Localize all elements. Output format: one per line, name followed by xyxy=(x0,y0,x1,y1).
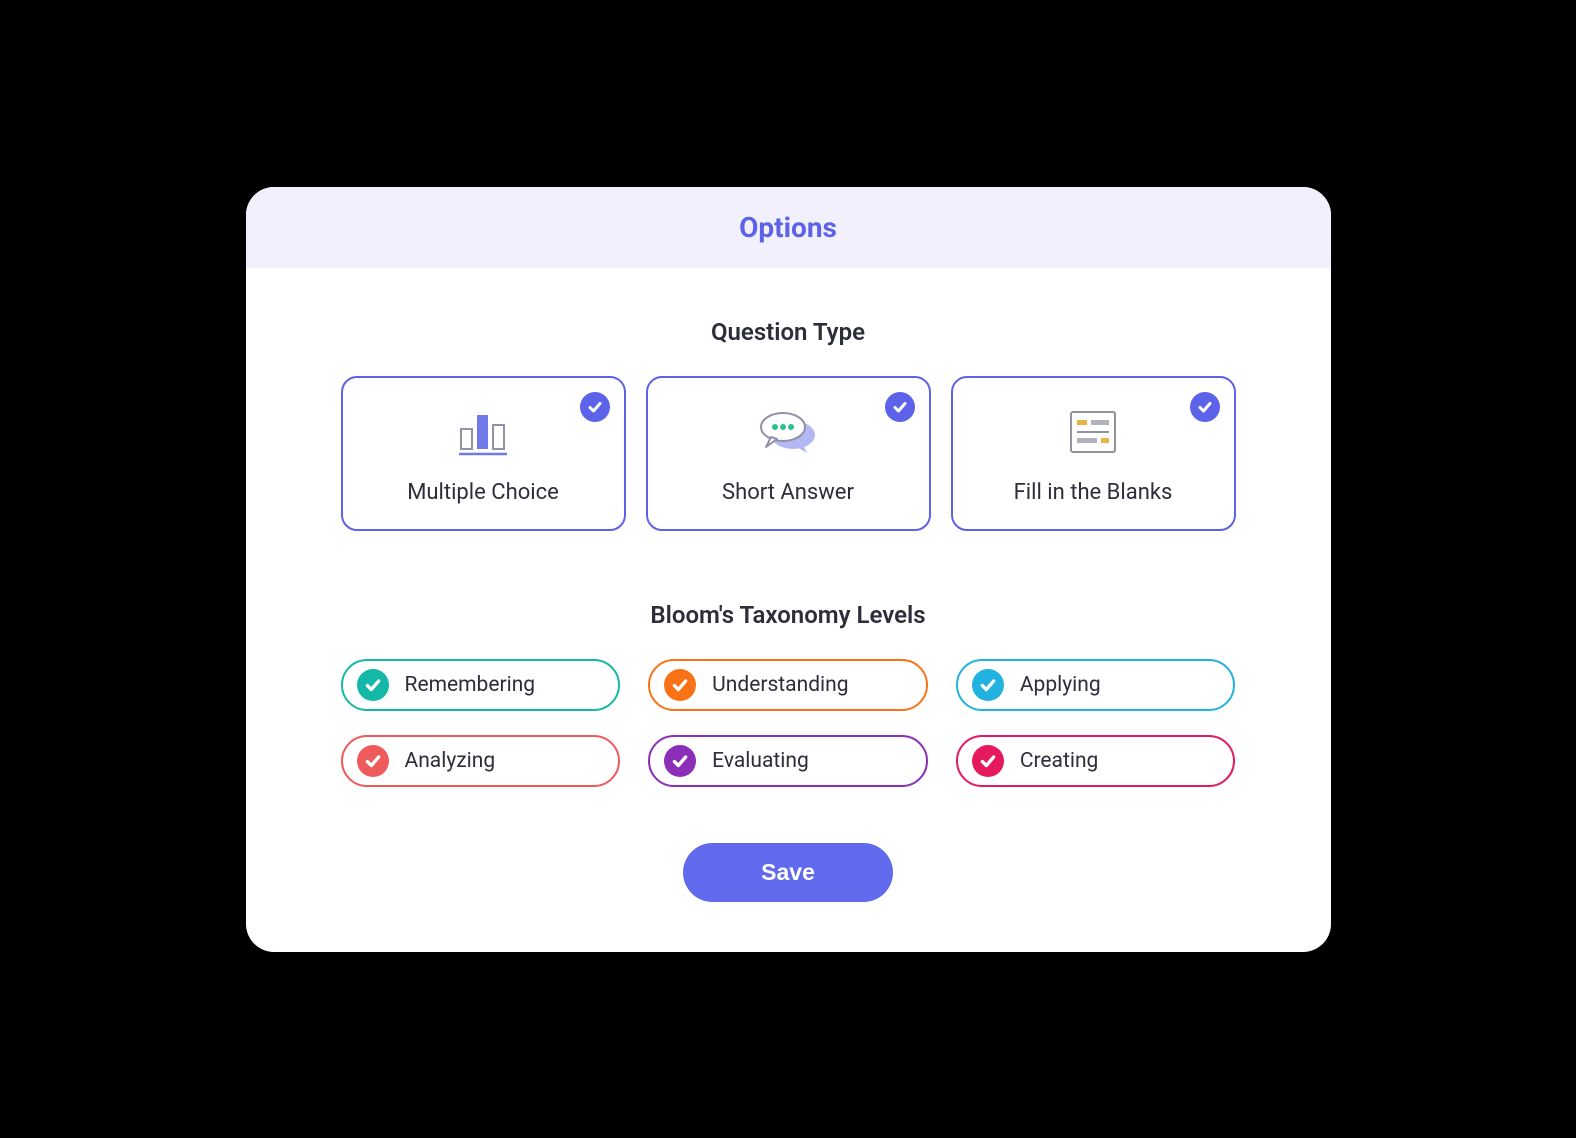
qtype-fill-blanks[interactable]: Fill in the Blanks xyxy=(951,376,1236,531)
check-badge xyxy=(972,669,1004,701)
pill-understanding[interactable]: Understanding xyxy=(648,659,928,711)
check-icon xyxy=(671,752,689,770)
modal-body: Question Type Multiple Choice xyxy=(246,268,1331,952)
qtype-label: Short Answer xyxy=(722,480,854,505)
taxonomy-title: Bloom's Taxonomy Levels xyxy=(341,601,1236,629)
options-modal: Options Question Type Multiple Choice xyxy=(246,187,1331,952)
pill-label: Remembering xyxy=(405,673,536,697)
pill-evaluating[interactable]: Evaluating xyxy=(648,735,928,787)
check-badge xyxy=(1190,392,1220,422)
check-icon xyxy=(892,399,908,415)
check-badge xyxy=(580,392,610,422)
save-row: Save xyxy=(341,843,1236,902)
check-badge xyxy=(972,745,1004,777)
question-type-title: Question Type xyxy=(341,318,1236,346)
check-icon xyxy=(979,676,997,694)
pill-label: Analyzing xyxy=(405,749,496,773)
qtype-short-answer[interactable]: Short Answer xyxy=(646,376,931,531)
chat-bubble-icon xyxy=(757,406,819,458)
check-icon xyxy=(979,752,997,770)
check-badge xyxy=(357,745,389,777)
pill-creating[interactable]: Creating xyxy=(956,735,1236,787)
pill-label: Evaluating xyxy=(712,749,809,773)
pill-applying[interactable]: Applying xyxy=(956,659,1236,711)
form-icon xyxy=(1067,406,1119,458)
check-badge xyxy=(664,669,696,701)
bar-chart-icon xyxy=(455,406,511,458)
qtype-multiple-choice[interactable]: Multiple Choice xyxy=(341,376,626,531)
qtype-label: Multiple Choice xyxy=(407,480,559,505)
check-badge xyxy=(357,669,389,701)
taxonomy-grid: Remembering Understanding Applying Analy… xyxy=(341,659,1236,787)
pill-remembering[interactable]: Remembering xyxy=(341,659,621,711)
check-badge xyxy=(885,392,915,422)
pill-label: Understanding xyxy=(712,673,848,697)
modal-title: Options xyxy=(270,211,1307,244)
question-types-row: Multiple Choice S xyxy=(341,376,1236,531)
check-icon xyxy=(587,399,603,415)
qtype-label: Fill in the Blanks xyxy=(1014,480,1173,505)
save-button[interactable]: Save xyxy=(683,843,893,902)
pill-label: Applying xyxy=(1020,673,1101,697)
pill-analyzing[interactable]: Analyzing xyxy=(341,735,621,787)
modal-header: Options xyxy=(246,187,1331,268)
check-badge xyxy=(664,745,696,777)
check-icon xyxy=(1197,399,1213,415)
pill-label: Creating xyxy=(1020,749,1099,773)
check-icon xyxy=(364,676,382,694)
check-icon xyxy=(364,752,382,770)
check-icon xyxy=(671,676,689,694)
